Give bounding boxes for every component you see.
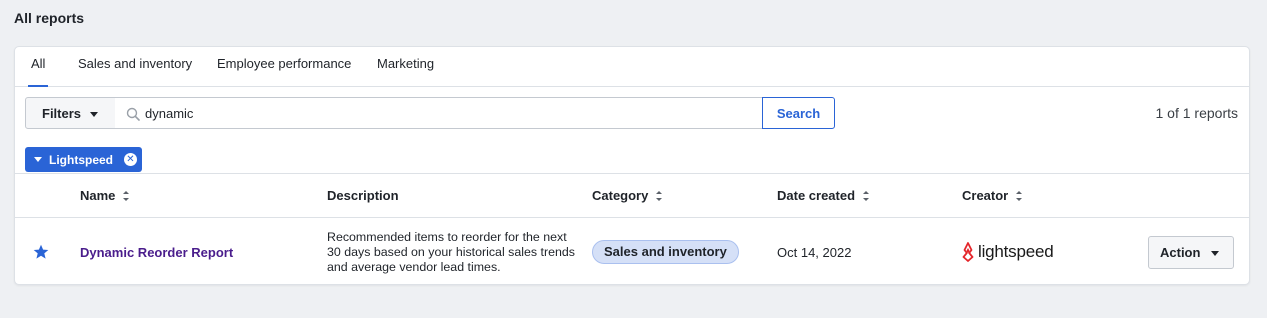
creator-logo-text: lightspeed — [978, 242, 1054, 261]
search-icon — [126, 107, 140, 121]
caret-down-icon — [34, 157, 42, 162]
page-title: All reports — [14, 10, 85, 26]
column-header-label: Description — [327, 188, 399, 203]
column-header-date-created[interactable]: Date created — [777, 174, 870, 218]
star-icon[interactable] — [33, 244, 49, 260]
tab-sales-and-inventory[interactable]: Sales and inventory — [78, 47, 192, 87]
sort-icon[interactable] — [123, 191, 130, 201]
reports-card: All Sales and inventory Employee perform… — [14, 46, 1250, 285]
report-description: Recommended items to reorder for the nex… — [327, 230, 575, 274]
tab-all[interactable]: All — [27, 47, 50, 87]
date-created: Oct 14, 2022 — [777, 245, 852, 260]
tab-employee-performance[interactable]: Employee performance — [217, 47, 351, 87]
tab-marketing[interactable]: Marketing — [377, 47, 434, 87]
report-tabs: All Sales and inventory Employee perform… — [15, 47, 1249, 87]
sort-icon[interactable] — [656, 191, 663, 201]
filters-button-label: Filters — [42, 105, 82, 121]
column-header-description: Description — [327, 174, 399, 218]
column-header-name[interactable]: Name — [80, 174, 130, 218]
column-header-label: Category — [592, 188, 649, 203]
caret-down-icon — [90, 112, 98, 117]
action-button[interactable]: Action — [1148, 236, 1234, 269]
action-button-label: Action — [1160, 245, 1201, 260]
column-header-creator[interactable]: Creator — [962, 174, 1023, 218]
report-count: 1 of 1 reports — [1155, 105, 1239, 121]
filter-chip-lightspeed[interactable]: Lightspeed ✕ — [25, 147, 142, 172]
table-header: Name Description Category Date created C… — [15, 173, 1249, 218]
column-header-label: Name — [80, 188, 116, 203]
filters-button[interactable]: Filters — [25, 97, 116, 129]
category-badge: Sales and inventory — [592, 240, 739, 264]
lightspeed-logo-icon — [962, 242, 974, 262]
filter-chip-label: Lightspeed — [49, 152, 114, 167]
column-header-label: Date created — [777, 188, 856, 203]
sort-icon[interactable] — [863, 191, 870, 201]
caret-down-icon — [1211, 251, 1219, 256]
search-button[interactable]: Search — [762, 97, 835, 129]
search-input[interactable] — [145, 98, 745, 128]
table-row: Dynamic Reorder Report Recommended items… — [15, 218, 1249, 284]
creator-logo: lightspeed — [961, 241, 1054, 263]
report-name-link[interactable]: Dynamic Reorder Report — [80, 245, 233, 260]
sort-icon[interactable] — [1016, 191, 1023, 201]
column-header-label: Creator — [962, 188, 1009, 203]
close-icon[interactable]: ✕ — [124, 153, 137, 166]
column-header-category[interactable]: Category — [592, 174, 663, 218]
search-box — [115, 97, 763, 129]
